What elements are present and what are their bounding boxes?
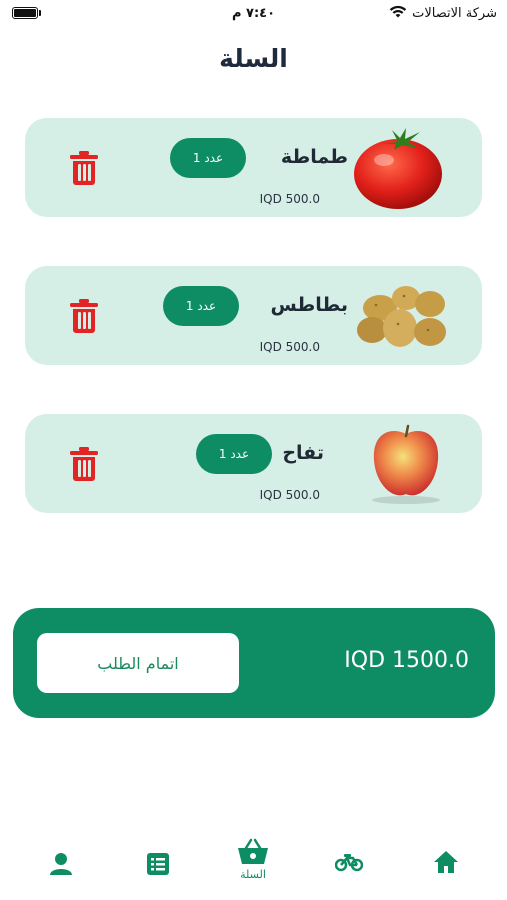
cart-item: تفاح عدد 1 IQD 500.0: [25, 414, 482, 513]
quantity-label: عدد 1: [218, 447, 250, 461]
page-title: السلة: [219, 44, 288, 73]
quantity-label: عدد 1: [192, 151, 224, 165]
item-name: طماطة: [280, 146, 348, 168]
home-icon: [434, 851, 458, 873]
checkout-button[interactable]: اتمام الطلب: [37, 633, 239, 693]
trash-icon[interactable]: [69, 446, 99, 482]
cart-item: بطاطس عدد 1 IQD 500.0: [25, 266, 482, 365]
nav-home[interactable]: [421, 850, 471, 900]
apple-icon: [372, 424, 440, 504]
total-amount: IQD 1500.0: [344, 648, 469, 673]
quantity-label: عدد 1: [185, 299, 217, 313]
potatoes-icon: [357, 286, 446, 347]
clock: ٧:٤٠ م: [231, 6, 276, 21]
orders-list-icon: [147, 853, 169, 875]
item-name: تفاح: [282, 442, 324, 464]
basket-icon: [238, 838, 268, 864]
battery-icon: [12, 7, 38, 19]
status-bar: شركة الاتصالات ٧:٤٠ م: [0, 0, 507, 28]
checkout-bar: IQD 1500.0 اتمام الطلب: [13, 608, 495, 718]
item-price: IQD 500.0: [259, 340, 320, 354]
trash-icon[interactable]: [69, 298, 99, 334]
nav-delivery[interactable]: [324, 852, 374, 900]
profile-icon: [50, 853, 72, 875]
item-price: IQD 500.0: [259, 488, 320, 502]
quantity-pill[interactable]: عدد 1: [163, 286, 239, 326]
nav-profile[interactable]: [36, 852, 86, 900]
tomato-icon: [354, 128, 442, 209]
item-name: بطاطس: [270, 294, 348, 316]
bottom-nav: السلة: [0, 830, 507, 900]
cart-item: طماطة عدد 1 IQD 500.0: [25, 118, 482, 217]
item-price: IQD 500.0: [259, 192, 320, 206]
trash-icon[interactable]: [69, 150, 99, 186]
quantity-pill[interactable]: عدد 1: [196, 434, 272, 474]
nav-orders[interactable]: [133, 852, 183, 900]
nav-cart-label: السلة: [240, 868, 266, 881]
nav-cart[interactable]: السلة: [228, 838, 278, 898]
quantity-pill[interactable]: عدد 1: [170, 138, 246, 178]
delivery-bike-icon: [335, 854, 363, 872]
